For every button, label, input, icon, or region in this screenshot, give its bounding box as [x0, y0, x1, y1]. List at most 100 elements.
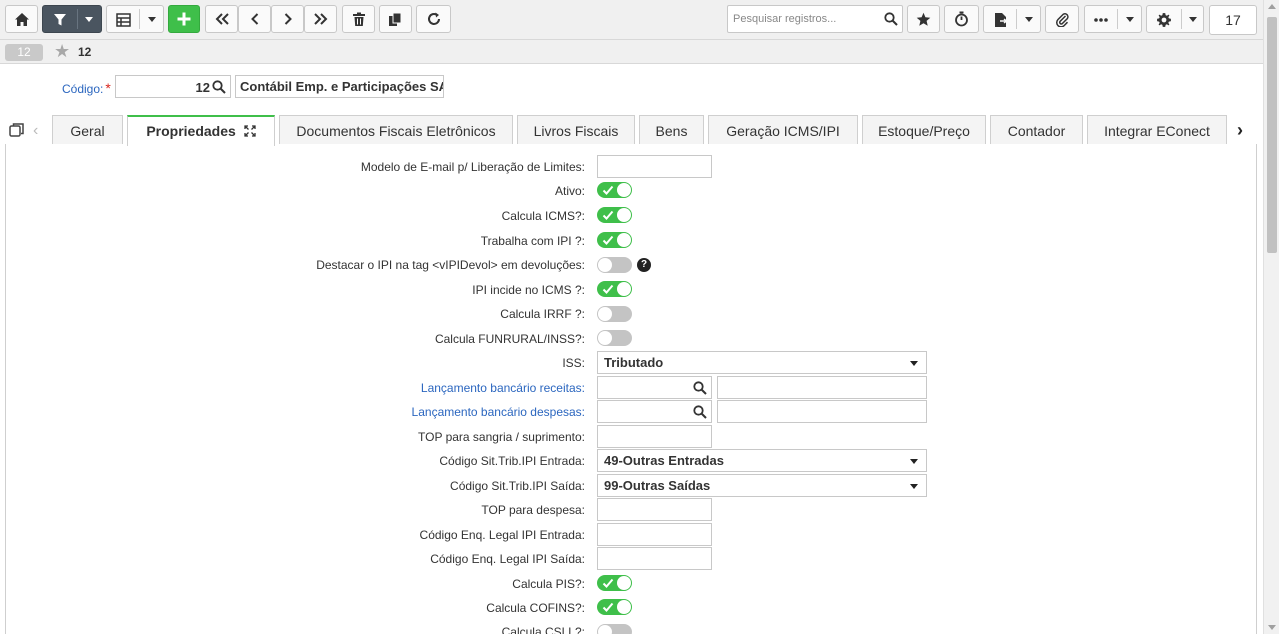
ativo-label: Ativo:: [554, 184, 585, 198]
top-despesa-input[interactable]: [597, 498, 712, 521]
lanc-receitas-description[interactable]: [717, 376, 927, 399]
tab-geral[interactable]: Geral: [52, 115, 123, 145]
attachment-button[interactable]: [1045, 5, 1079, 33]
lanc-despesas-label[interactable]: Lançamento bancário despesas:: [412, 405, 585, 419]
gear-icon: [1157, 13, 1171, 27]
filter-icon: [54, 14, 66, 26]
calcula-csll-label: Calcula CSLL?:: [501, 625, 585, 634]
search-icon[interactable]: [884, 12, 898, 26]
timer-button[interactable]: [944, 5, 979, 33]
chevron-down-icon: [1025, 17, 1033, 22]
code-field[interactable]: 12: [115, 75, 231, 98]
cst-ipi-entrada-select[interactable]: 49-Outras Entradas: [597, 449, 927, 472]
calcula-funrural-label: Calcula FUNRURAL/INSS?:: [434, 332, 585, 346]
check-icon: [602, 578, 614, 588]
scroll-thumb[interactable]: [1267, 17, 1277, 253]
check-icon: [602, 284, 614, 294]
top-sangria-label: TOP para sangria / suprimento:: [418, 430, 585, 444]
lanc-despesas-input[interactable]: [597, 400, 712, 423]
record-badge[interactable]: 12: [5, 44, 43, 61]
tab-scroll-right-icon[interactable]: ›: [1237, 120, 1243, 141]
ativo-toggle[interactable]: [597, 182, 632, 198]
enq-ipi-entrada-label: Código Enq. Legal IPI Entrada:: [419, 528, 585, 542]
page-number[interactable]: 17: [1209, 5, 1257, 35]
add-button[interactable]: [168, 5, 200, 33]
help-icon[interactable]: ?: [637, 258, 651, 272]
refresh-button[interactable]: [416, 5, 451, 33]
export-button[interactable]: [983, 5, 1041, 33]
calcula-cofins-toggle[interactable]: [597, 599, 632, 615]
company-name-field[interactable]: Contábil Emp. e Participações SA: [235, 75, 444, 98]
first-record-button[interactable]: [205, 5, 238, 33]
stopwatch-icon: [955, 11, 968, 27]
search-icon[interactable]: [212, 80, 226, 94]
check-icon: [602, 235, 614, 245]
record-number: 12: [78, 45, 92, 59]
next-record-button[interactable]: [271, 5, 304, 33]
tab-propriedades[interactable]: Propriedades: [127, 115, 275, 146]
star-icon[interactable]: ★: [54, 42, 70, 60]
calcula-icms-toggle[interactable]: [597, 207, 632, 223]
destacar-ipi-toggle[interactable]: [597, 257, 632, 273]
search-input[interactable]: [728, 6, 878, 32]
scroll-down-icon[interactable]: [1268, 625, 1276, 630]
tab-livros-fiscais[interactable]: Livros Fiscais: [517, 115, 635, 145]
delete-button[interactable]: [342, 5, 375, 33]
favorite-button[interactable]: [907, 5, 940, 33]
calcula-irrf-toggle[interactable]: [597, 306, 632, 322]
tab-estoque-preco[interactable]: Estoque/Preço: [862, 115, 986, 145]
modelo-email-input[interactable]: [597, 155, 712, 178]
search-icon[interactable]: [693, 381, 707, 395]
toolbar: 17: [0, 0, 1263, 40]
vertical-scrollbar[interactable]: [1263, 0, 1279, 634]
calcula-csll-toggle[interactable]: [597, 624, 632, 634]
previous-record-button[interactable]: [238, 5, 271, 33]
code-label: Código: *: [62, 80, 111, 96]
more-options-button[interactable]: [1084, 5, 1142, 33]
file-export-icon: [995, 13, 1008, 27]
chevron-down-icon: [85, 17, 93, 22]
iss-value: Tributado: [604, 355, 664, 370]
cst-ipi-saida-label: Código Sit.Trib.IPI Saída:: [450, 479, 585, 493]
ipi-incide-icms-label: IPI incide no ICMS ?:: [472, 283, 585, 297]
trabalha-ipi-label: Trabalha com IPI ?:: [480, 234, 585, 248]
chevron-down-icon: [148, 17, 156, 22]
cst-ipi-saida-select[interactable]: 99-Outras Saídas: [597, 474, 927, 497]
ipi-incide-icms-toggle[interactable]: [597, 281, 632, 297]
enq-ipi-saida-input[interactable]: [597, 547, 712, 570]
search-icon[interactable]: [693, 405, 707, 419]
chevron-down-icon: [910, 361, 918, 366]
tab-documentos-fiscais[interactable]: Documentos Fiscais Eletrônicos: [279, 115, 513, 145]
enq-ipi-entrada-input[interactable]: [597, 523, 712, 546]
ellipsis-icon: [1094, 18, 1108, 22]
expand-icon[interactable]: [244, 125, 256, 137]
cst-ipi-entrada-label: Código Sit.Trib.IPI Entrada:: [439, 454, 585, 468]
tab-bens[interactable]: Bens: [639, 115, 704, 145]
calcula-funrural-toggle[interactable]: [597, 330, 632, 346]
check-icon: [602, 210, 614, 220]
lanc-despesas-description[interactable]: [717, 400, 927, 423]
tab-geracao-icms-ipi[interactable]: Geração ICMS/IPI: [708, 115, 858, 145]
top-sangria-input[interactable]: [597, 425, 712, 448]
calcula-pis-toggle[interactable]: [597, 575, 632, 591]
calcula-cofins-label: Calcula COFINS?:: [486, 601, 585, 615]
grid-view-button[interactable]: [106, 5, 164, 33]
filter-button[interactable]: [42, 5, 102, 33]
lanc-receitas-label[interactable]: Lançamento bancário receitas:: [421, 381, 585, 395]
copy-button[interactable]: [379, 5, 412, 33]
iss-select[interactable]: Tributado: [597, 351, 927, 374]
home-button[interactable]: [5, 5, 38, 33]
tab-integrar-econect[interactable]: Integrar EConect: [1087, 115, 1227, 145]
settings-button[interactable]: [1146, 5, 1204, 33]
double-chevron-right-icon: [313, 13, 327, 25]
tab-contador[interactable]: Contador: [990, 115, 1083, 145]
cst-ipi-saida-value: 99-Outras Saídas: [604, 478, 711, 493]
tab-scroll-left-icon[interactable]: ‹: [33, 122, 38, 140]
scroll-up-icon[interactable]: [1268, 4, 1276, 9]
trabalha-ipi-toggle[interactable]: [597, 232, 632, 248]
last-record-button[interactable]: [304, 5, 337, 33]
restore-window-icon[interactable]: [9, 122, 25, 138]
lanc-receitas-input[interactable]: [597, 376, 712, 399]
chevron-down-icon: [910, 484, 918, 489]
calcula-irrf-label: Calcula IRRF ?:: [500, 307, 585, 321]
